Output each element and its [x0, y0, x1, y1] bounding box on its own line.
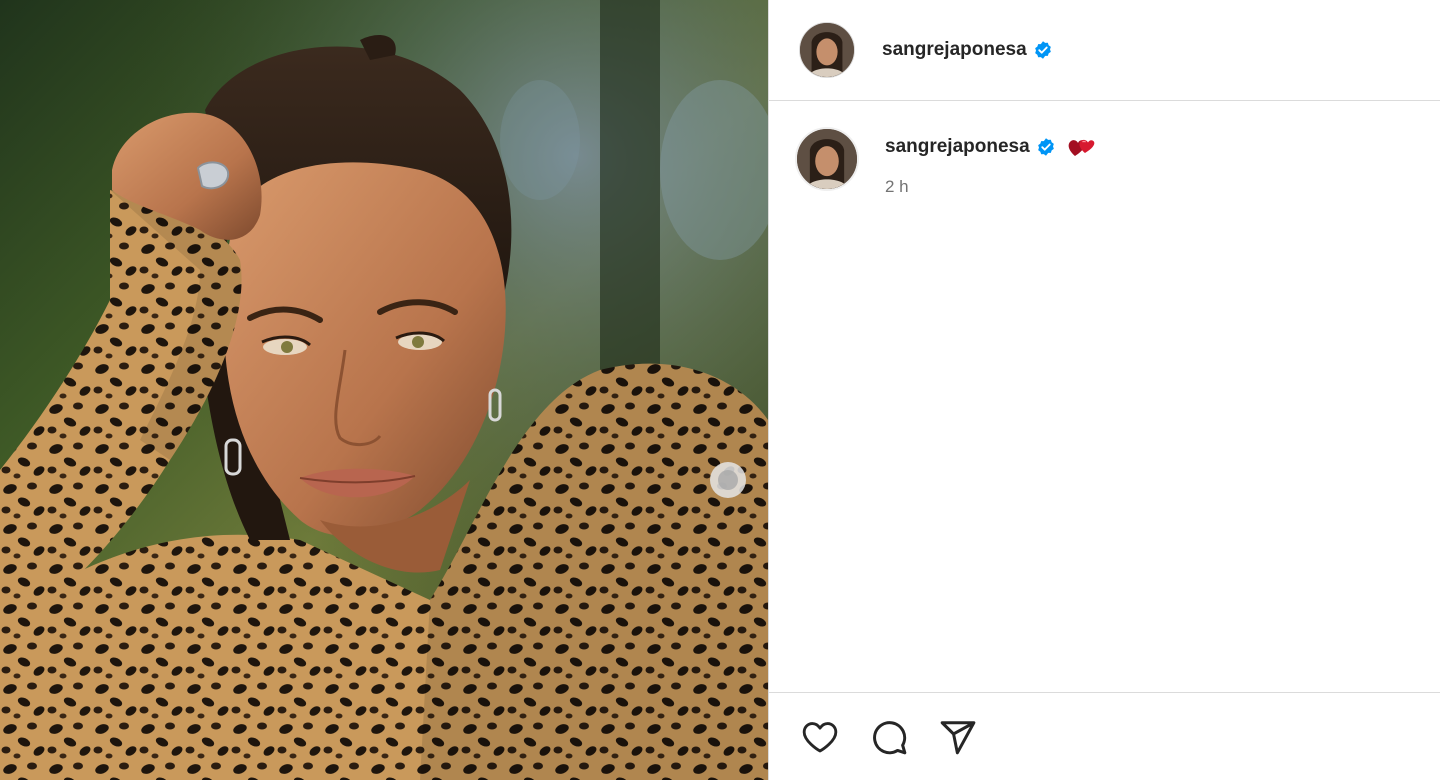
post-caption: sangrejaponesa 2 h — [769, 101, 1440, 197]
verified-badge-icon — [1034, 41, 1051, 59]
like-button[interactable] — [799, 716, 841, 758]
caption-body: sangrejaponesa 2 h — [885, 127, 1096, 197]
post-timestamp[interactable]: 2 h — [885, 177, 1096, 197]
post-photo-illustration — [0, 0, 768, 780]
caption-avatar-image — [797, 129, 857, 189]
action-bar — [769, 692, 1440, 780]
caption-username[interactable]: sangrejaponesa — [885, 136, 1030, 158]
verified-badge-icon — [1037, 138, 1054, 156]
two-hearts-emoji — [1068, 139, 1095, 156]
paper-plane-icon — [940, 720, 976, 754]
caption-avatar[interactable] — [795, 127, 859, 191]
author-username[interactable]: sangrejaponesa — [882, 39, 1027, 61]
post-photo[interactable] — [0, 0, 768, 780]
heart-outline-icon — [802, 721, 838, 752]
share-button[interactable] — [937, 716, 979, 758]
avatar-image — [800, 23, 854, 77]
instagram-post: sangrejaponesa sangrejaponesa 2 h — [0, 0, 1440, 780]
comment-button[interactable] — [868, 716, 910, 758]
comment-bubble-icon — [873, 720, 907, 754]
caption-line: sangrejaponesa — [885, 135, 1096, 159]
post-header: sangrejaponesa — [769, 0, 1440, 101]
author-avatar[interactable] — [799, 22, 855, 78]
post-side-panel: sangrejaponesa sangrejaponesa 2 h — [769, 0, 1440, 780]
